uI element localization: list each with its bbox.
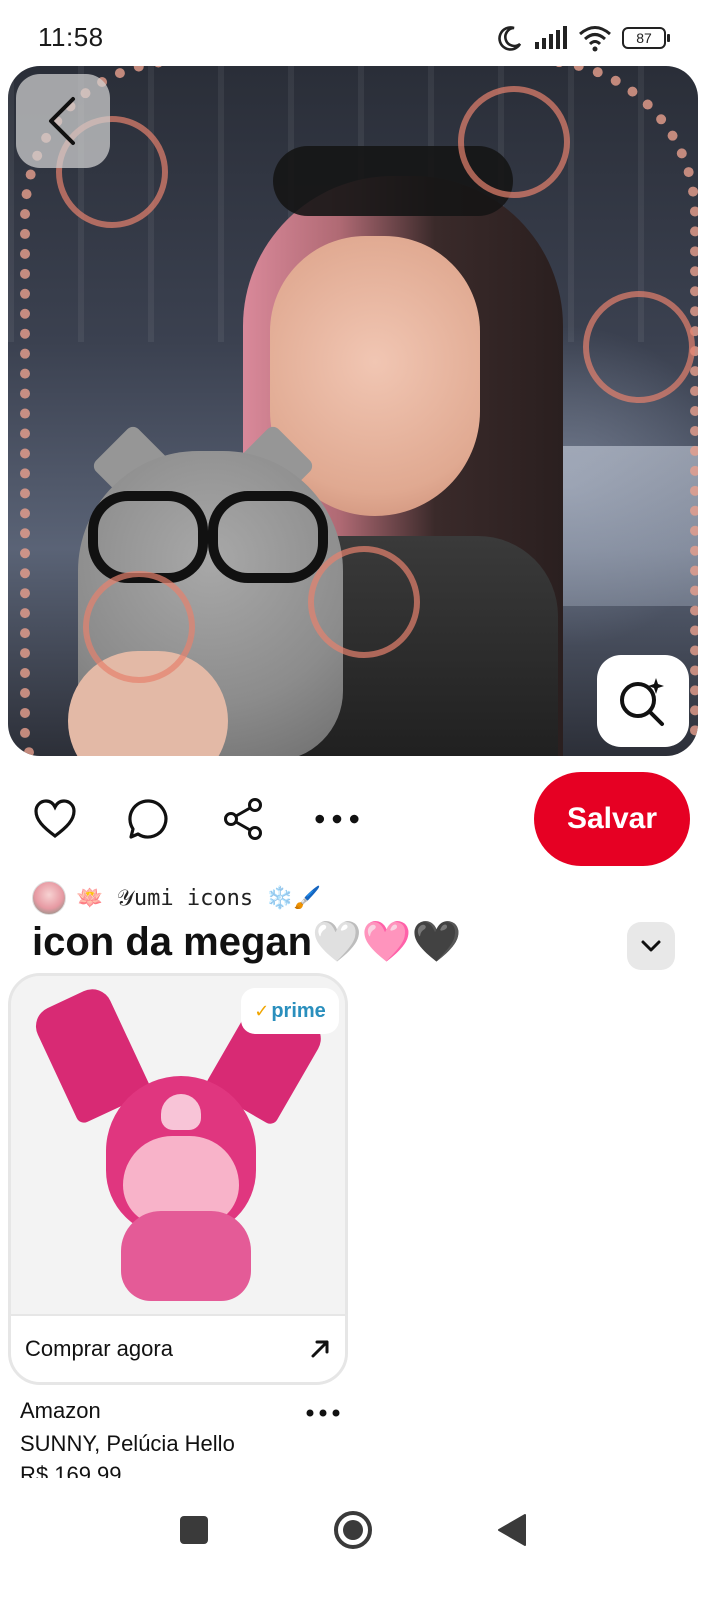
plush-body bbox=[121, 1211, 251, 1301]
pin-actions: Salvar bbox=[0, 772, 720, 866]
buy-now-label: Comprar agora bbox=[25, 1336, 173, 1361]
system-nav-bar bbox=[0, 1480, 720, 1600]
prime-badge: ✓ prime bbox=[241, 988, 339, 1034]
chevron-left-icon bbox=[49, 97, 75, 145]
check-icon: ✓ bbox=[254, 1000, 270, 1021]
arrow-up-right-icon bbox=[311, 1340, 329, 1358]
merchant-name: Amazon bbox=[20, 1398, 101, 1423]
home-circle-icon[interactable] bbox=[323, 1500, 383, 1560]
expand-details-button[interactable] bbox=[627, 922, 675, 970]
pin-title: icon da megan🤍🩷🖤 bbox=[32, 920, 462, 964]
heart-icon[interactable] bbox=[32, 796, 78, 842]
visual-search-button[interactable] bbox=[597, 655, 689, 747]
skull-emblem bbox=[161, 1094, 201, 1130]
more-icon[interactable] bbox=[314, 796, 360, 842]
product-price: R$ 169,99 bbox=[20, 1462, 122, 1478]
prime-label: prime bbox=[271, 999, 326, 1022]
product-card[interactable]: ✓ prime Comprar agora bbox=[8, 973, 348, 1385]
decor-circle bbox=[458, 86, 570, 198]
creator-name[interactable]: 🪷 𝒴umi icons ❄️🖌️ bbox=[76, 886, 321, 911]
comment-icon[interactable] bbox=[126, 796, 172, 842]
decor-circle bbox=[583, 291, 695, 403]
signal-icon bbox=[535, 26, 567, 49]
moon-icon bbox=[498, 26, 522, 51]
pin-image[interactable] bbox=[8, 66, 698, 756]
buy-now-button[interactable]: Comprar agora bbox=[11, 1314, 345, 1382]
decor-circle bbox=[83, 571, 195, 683]
back-button[interactable] bbox=[16, 74, 110, 168]
save-button[interactable]: Salvar bbox=[534, 772, 690, 866]
status-icons: 87 bbox=[496, 24, 670, 52]
recents-square-icon[interactable] bbox=[164, 1500, 224, 1560]
product-image[interactable]: ✓ prime bbox=[11, 976, 345, 1318]
product-more-button[interactable] bbox=[303, 1400, 343, 1426]
creator[interactable]: 🪷 𝒴umi icons ❄️🖌️ bbox=[32, 880, 321, 916]
battery-icon: 87 bbox=[622, 27, 670, 49]
share-icon[interactable] bbox=[220, 796, 266, 842]
avatar[interactable] bbox=[32, 881, 66, 915]
status-time: 11:58 bbox=[38, 22, 104, 52]
wifi-icon bbox=[579, 26, 611, 52]
more-icon bbox=[306, 1409, 340, 1417]
decor-circle bbox=[308, 546, 420, 658]
product-name: SUNNY, Pelúcia Hello bbox=[20, 1431, 235, 1456]
status-bar: 11:58 87 bbox=[0, 0, 720, 66]
lens-search-icon bbox=[620, 678, 664, 726]
chevron-down-icon bbox=[641, 940, 661, 952]
back-triangle-icon[interactable] bbox=[482, 1500, 542, 1560]
